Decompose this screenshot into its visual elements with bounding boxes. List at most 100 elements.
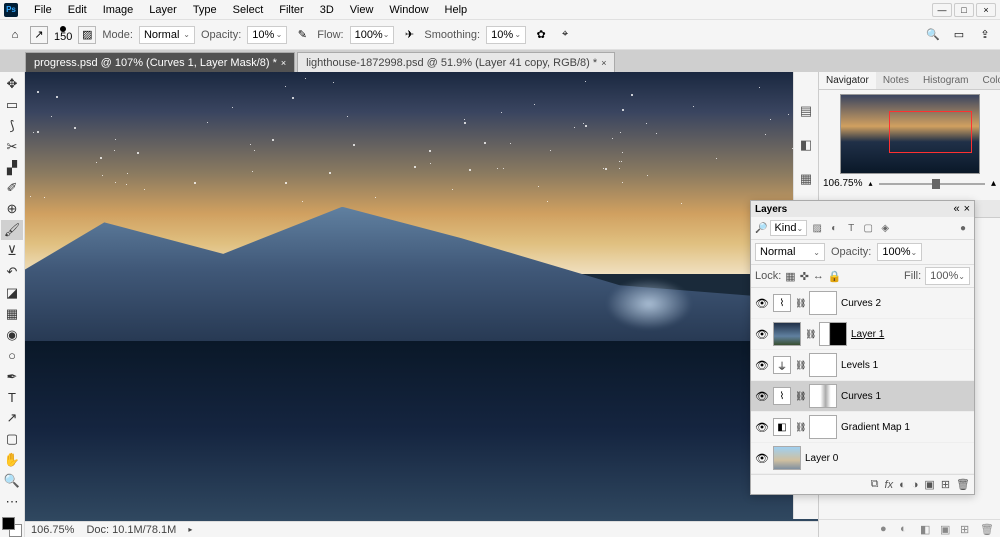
- share-icon[interactable]: ⇪: [976, 26, 994, 44]
- airbrush-icon[interactable]: ✈: [400, 26, 418, 44]
- navigator-viewport[interactable]: [889, 111, 972, 154]
- filter-smart-icon[interactable]: ◈: [878, 221, 892, 235]
- dock-icon[interactable]: ●: [880, 523, 892, 535]
- history-brush-tool[interactable]: ↶: [1, 262, 23, 282]
- menu-file[interactable]: File: [26, 2, 60, 18]
- opacity-select[interactable]: 10%⌄: [247, 26, 287, 44]
- layer-mask-thumbnail[interactable]: [809, 353, 837, 377]
- tab-close-icon[interactable]: ×: [601, 58, 606, 68]
- dodge-tool[interactable]: ○: [1, 346, 23, 366]
- menu-window[interactable]: Window: [381, 2, 436, 18]
- smoothing-select[interactable]: 10%⌄: [486, 26, 526, 44]
- menu-type[interactable]: Type: [185, 2, 225, 18]
- smoothing-options-icon[interactable]: ✿: [532, 26, 550, 44]
- visibility-icon[interactable]: 👁: [755, 297, 769, 310]
- layer-row[interactable]: 👁⏚⛓Levels 1: [751, 350, 974, 381]
- brush-tool[interactable]: 🖌: [1, 220, 23, 240]
- zoom-in-icon[interactable]: ▴: [991, 178, 996, 189]
- layer-thumbnail[interactable]: [773, 446, 801, 470]
- visibility-icon[interactable]: 👁: [755, 390, 769, 403]
- lock-pixels-icon[interactable]: ▦: [785, 270, 795, 283]
- layer-mask-icon[interactable]: ◐: [899, 479, 906, 491]
- workspace-icon[interactable]: ▭: [950, 26, 968, 44]
- minimize-button[interactable]: —: [932, 3, 952, 17]
- brush-preset-picker[interactable]: ↗: [30, 26, 48, 44]
- crop-tool[interactable]: ▞: [1, 158, 23, 178]
- stamp-tool[interactable]: ⊻: [1, 241, 23, 261]
- layer-thumbnail[interactable]: [773, 322, 801, 346]
- layer-row[interactable]: 👁◧⛓Gradient Map 1: [751, 412, 974, 443]
- eyedropper-tool[interactable]: ✐: [1, 179, 23, 199]
- pressure-opacity-icon[interactable]: ✎: [293, 26, 311, 44]
- layer-name[interactable]: Levels 1: [841, 360, 970, 371]
- filter-type-icon[interactable]: T: [844, 221, 858, 235]
- layer-row[interactable]: 👁⌇⛓Curves 1: [751, 381, 974, 412]
- filter-kind-select[interactable]: Kind ⌄: [770, 220, 807, 236]
- adjustment-icon[interactable]: ◧: [773, 418, 791, 436]
- dock-icon[interactable]: ◐: [900, 523, 912, 535]
- link-icon[interactable]: ⛓: [795, 360, 805, 371]
- brush-panel-icon[interactable]: ▨: [78, 26, 96, 44]
- visibility-icon[interactable]: 👁: [755, 452, 769, 465]
- filter-adjust-icon[interactable]: ◐: [827, 221, 841, 235]
- adjustment-icon[interactable]: ⌇: [773, 387, 791, 405]
- collapsed-panel-icon[interactable]: ▤: [797, 102, 815, 120]
- menu-select[interactable]: Select: [225, 2, 272, 18]
- lasso-tool[interactable]: ⟆: [1, 116, 23, 136]
- layer-opacity-select[interactable]: 100%⌄: [877, 243, 922, 261]
- zoom-tool[interactable]: 🔍: [1, 471, 23, 491]
- color-swatches[interactable]: [2, 517, 22, 537]
- dock-icon[interactable]: ⊞: [960, 523, 972, 535]
- layer-group-icon[interactable]: ▣: [924, 478, 934, 491]
- menu-layer[interactable]: Layer: [141, 2, 185, 18]
- menu-view[interactable]: View: [342, 2, 382, 18]
- menu-edit[interactable]: Edit: [60, 2, 95, 18]
- close-button[interactable]: ×: [976, 3, 996, 17]
- zoom-out-icon[interactable]: ▴: [868, 179, 872, 188]
- flow-select[interactable]: 100%⌄: [350, 26, 395, 44]
- layer-mask-thumbnail[interactable]: [809, 384, 837, 408]
- hand-tool[interactable]: ✋: [1, 450, 23, 470]
- shape-tool[interactable]: ▢: [1, 429, 23, 449]
- zoom-level[interactable]: 106.75%: [31, 524, 74, 536]
- collapsed-panel-icon[interactable]: ◧: [797, 136, 815, 154]
- adjustment-icon[interactable]: ⏚: [773, 356, 791, 374]
- layer-name[interactable]: Curves 2: [841, 298, 970, 309]
- panel-tab-navigator[interactable]: Navigator: [819, 72, 876, 89]
- document-tab[interactable]: lighthouse-1872998.psd @ 51.9% (Layer 41…: [297, 52, 615, 72]
- visibility-icon[interactable]: 👁: [755, 328, 769, 341]
- quickselect-tool[interactable]: ✂: [1, 137, 23, 157]
- collapse-icon[interactable]: «: [953, 203, 959, 215]
- tab-close-icon[interactable]: ×: [281, 58, 286, 68]
- link-icon[interactable]: ⛓: [795, 391, 805, 402]
- filter-toggle[interactable]: ●: [956, 221, 970, 235]
- fill-select[interactable]: 100%⌄: [925, 267, 970, 285]
- navigator-zoom[interactable]: 106.75%: [823, 178, 862, 189]
- maximize-button[interactable]: □: [954, 3, 974, 17]
- layer-row[interactable]: 👁⛓Layer 1: [751, 319, 974, 350]
- menu-filter[interactable]: Filter: [271, 2, 311, 18]
- menu-help[interactable]: Help: [437, 2, 476, 18]
- layer-row[interactable]: 👁⌇⛓Curves 2: [751, 288, 974, 319]
- link-icon[interactable]: ⛓: [795, 298, 805, 309]
- panel-tab-color[interactable]: Color: [976, 72, 1000, 89]
- layer-row[interactable]: 👁 Layer 0: [751, 443, 974, 474]
- link-icon[interactable]: ⛓: [805, 329, 815, 340]
- dock-icon[interactable]: 🗑: [980, 523, 992, 535]
- menu-3d[interactable]: 3D: [312, 2, 342, 18]
- document-tab[interactable]: progress.psd @ 107% (Curves 1, Layer Mas…: [25, 52, 295, 72]
- menu-image[interactable]: Image: [95, 2, 142, 18]
- layer-name[interactable]: Layer 0: [805, 453, 970, 464]
- document-canvas[interactable]: [25, 72, 818, 521]
- new-layer-icon[interactable]: ⊞: [941, 478, 950, 491]
- layer-name[interactable]: Gradient Map 1: [841, 422, 970, 433]
- heal-tool[interactable]: ⊕: [1, 199, 23, 219]
- path-tool[interactable]: ↗: [1, 409, 23, 429]
- filter-pixel-icon[interactable]: ▨: [810, 221, 824, 235]
- blur-tool[interactable]: ◉: [1, 325, 23, 345]
- pen-tool[interactable]: ✒: [1, 367, 23, 387]
- layer-fx-icon[interactable]: fx: [885, 479, 894, 491]
- visibility-icon[interactable]: 👁: [755, 421, 769, 434]
- marquee-tool[interactable]: ▭: [1, 95, 23, 115]
- mode-select[interactable]: Normal⌄: [139, 26, 195, 44]
